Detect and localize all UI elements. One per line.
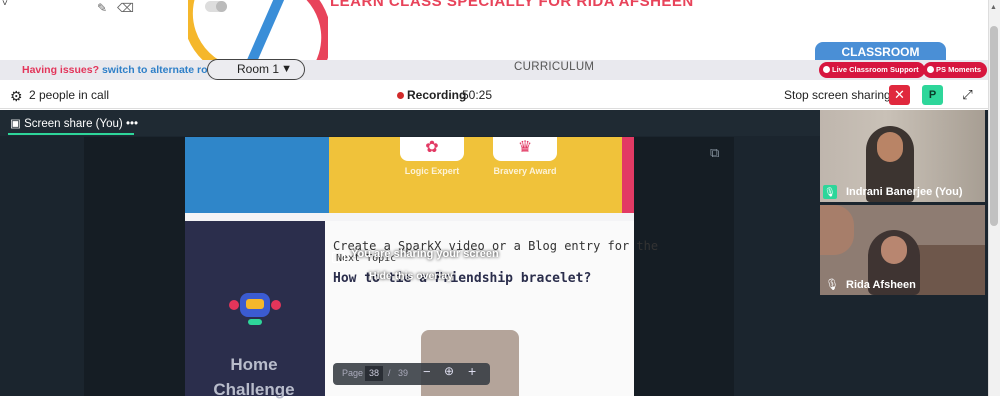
scrollbar-thumb[interactable] [990, 26, 998, 226]
participant-video-person [820, 205, 854, 255]
close-circle-icon [823, 66, 830, 73]
participant-video-face [881, 236, 907, 264]
participant-video-face [877, 132, 903, 162]
switch-room-link[interactable]: switch to alternate room [102, 64, 223, 76]
doc-header-yellow [329, 137, 622, 213]
scroll-up-icon[interactable]: ▲ [990, 4, 997, 11]
popout-icon[interactable]: ⧉ [710, 145, 719, 161]
sharing-overlay-title: ↑ You are sharing your screen [332, 248, 499, 263]
issues-label: Having issues? [22, 64, 100, 76]
participant-name: Indrani Banerjee (You) [846, 186, 963, 198]
screen-share-tab-label: Screen share (You) [24, 118, 123, 130]
upload-screen-icon: ↑ [332, 252, 345, 263]
stop-sharing-label: Stop screen sharing [784, 88, 891, 102]
pencil-icon[interactable]: ✎ [97, 1, 107, 15]
zoom-in-icon[interactable]: + [468, 363, 476, 379]
close-circle-icon [927, 66, 934, 73]
room-select-value: Room 1 [237, 62, 280, 76]
having-issues-text: Having issues? switch to alternate room [22, 64, 223, 76]
mic-icon: 🎙 [825, 279, 839, 291]
page-number-input[interactable]: 38 [365, 366, 383, 381]
zoom-out-icon[interactable]: − [423, 364, 431, 379]
ps-moments-label: PS Moments [936, 65, 982, 74]
badge-bravery-label: Bravery Award [493, 166, 557, 176]
eraser-icon[interactable]: ⌫ [117, 1, 134, 15]
close-icon: ✕ [894, 87, 905, 102]
sharing-overlay-text: You are sharing your screen [351, 248, 499, 260]
page-label: Page [342, 368, 364, 378]
participant-avatar-button[interactable]: P [922, 85, 943, 105]
people-count: 2 people in call [29, 88, 110, 102]
recording-dot-icon [397, 92, 404, 99]
doc-header-blue [185, 137, 329, 213]
badge-bravery-icon: ♛ [493, 137, 557, 161]
ps-moments-button[interactable]: PS Moments [923, 62, 988, 78]
hide-overlay-link[interactable]: Hide this overlay [369, 270, 453, 282]
page-separator: / [388, 368, 391, 378]
page-total: 39 [398, 368, 409, 378]
mic-active-icon: 🎙 [823, 185, 837, 199]
classroom-tab[interactable]: CLASSROOM [815, 42, 946, 62]
more-options-icon[interactable]: ••• [126, 118, 138, 130]
live-support-button[interactable]: Live Classroom Support [819, 62, 925, 78]
screen-icon: ▣ [10, 118, 21, 130]
home-challenge-title: Home Challenge [213, 355, 295, 399]
recording-label: Recording [407, 88, 467, 102]
stop-sharing-button[interactable]: ✕ [889, 85, 910, 105]
recording-timer: 50:25 [462, 88, 493, 102]
active-tab-indicator [8, 133, 134, 135]
doc-header-pink [622, 137, 634, 213]
live-support-label: Live Classroom Support [832, 65, 919, 74]
curriculum-tab[interactable]: CURRICULUM [514, 61, 594, 73]
screen-share-tab[interactable]: ▣ Screen share (You) ••• [10, 116, 138, 130]
participant-name: Rida Afsheen [846, 279, 916, 291]
robot-mascot-icon [229, 293, 281, 325]
chevron-icon: ˅ [2, 0, 8, 9]
badge-logic-label: Logic Expert [404, 166, 460, 176]
room-select[interactable]: Room 1 ▼ [207, 59, 305, 80]
class-banner-title: LEARN CLASS SPECIALLY FOR RIDA AFSHEEN [330, 0, 694, 10]
zoom-icon[interactable]: ⊕ [444, 364, 454, 378]
fullscreen-button[interactable]: ⤢ [957, 85, 978, 105]
gear-icon[interactable]: ⚙ [10, 88, 23, 105]
caret-down-icon: ▼ [281, 63, 292, 75]
expand-icon: ⤢ [962, 87, 973, 102]
badge-logic-icon: ✿ [400, 137, 464, 161]
